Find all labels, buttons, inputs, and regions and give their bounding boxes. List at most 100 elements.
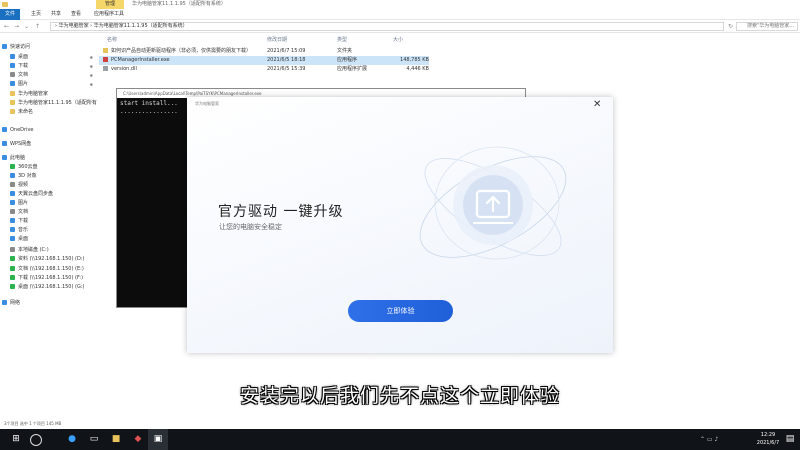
column-size[interactable]: 大小 xyxy=(393,36,403,43)
chevron-down-icon[interactable]: ⌄ xyxy=(22,22,31,31)
tab-home[interactable]: 主页 xyxy=(31,9,41,20)
sidebar-item[interactable]: 快速访问 xyxy=(2,43,93,52)
folder-icon xyxy=(2,2,8,7)
folder-icon xyxy=(10,191,15,196)
sidebar-item[interactable]: OneDrive xyxy=(2,126,93,135)
sidebar-item[interactable]: 华为电脑管家 xyxy=(10,90,93,99)
sidebar-item[interactable]: 下载 xyxy=(10,217,93,226)
installer-headline: 官方驱动 一键升级 xyxy=(218,204,344,220)
tab-manage[interactable]: 管理 xyxy=(96,0,125,9)
folder-icon xyxy=(10,91,15,96)
sidebar-item-label: 文档 xyxy=(18,72,29,78)
folder-icon xyxy=(10,182,15,187)
sidebar-item[interactable]: 图片 ✱ xyxy=(10,80,93,89)
notification-icon[interactable]: ▤ xyxy=(780,429,800,450)
file-row[interactable]: PCManagerInstaller.exe 2021/6/5 18:18 应用程序… xyxy=(99,56,429,65)
sidebar-item[interactable]: 图片 xyxy=(10,199,93,208)
console-output: start install... ................ xyxy=(120,100,178,115)
folder-icon xyxy=(10,284,15,289)
app-icon[interactable]: ◆ xyxy=(128,429,148,450)
file-icon xyxy=(103,66,108,71)
file-size: 148,785 KB xyxy=(393,56,429,65)
sidebar-item[interactable]: 桌面 xyxy=(10,235,93,244)
file-explorer-icon[interactable]: ■ xyxy=(106,429,126,450)
forward-arrow-icon[interactable]: → xyxy=(12,22,21,31)
sidebar-item-label: WPS网盘 xyxy=(10,141,32,147)
pin-icon[interactable]: ✱ xyxy=(90,53,93,62)
sidebar-item-label: 天翼云盘同步盘 xyxy=(18,191,54,197)
file-date: 2021/6/5 18:18 xyxy=(267,56,305,65)
sidebar-item-label: 快速访问 xyxy=(10,44,31,50)
sidebar-item[interactable]: 此电脑 xyxy=(2,154,93,163)
tray-icons[interactable]: ⌃ ▭ ♪ xyxy=(700,429,718,450)
sidebar-item[interactable]: 桌面 ✱ xyxy=(10,53,93,62)
tab-view[interactable]: 查看 xyxy=(71,9,81,20)
sidebar-item-label: 网络 xyxy=(10,300,21,306)
file-row[interactable]: version.dll 2021/6/5 15:39 应用程序扩展 4,446 KB xyxy=(99,65,429,74)
installer-taskbar-icon[interactable]: ▣ xyxy=(148,429,168,450)
sidebar-item[interactable]: 本地磁盘 (C:) xyxy=(10,246,93,255)
search-icon[interactable] xyxy=(30,434,42,446)
pin-icon[interactable]: ✱ xyxy=(90,71,93,80)
folder-icon xyxy=(10,227,15,232)
sidebar-item[interactable]: 3D 对象 xyxy=(10,172,93,181)
column-date[interactable]: 修改日期 xyxy=(267,36,287,43)
tab-app-tools[interactable]: 应用程序工具 xyxy=(94,9,124,20)
address-input[interactable]: › 华为电脑管家 › 华为电脑管家11.1.1.95（适配所有系统） xyxy=(50,22,724,31)
sidebar-item[interactable]: WPS网盘 xyxy=(2,140,93,149)
back-arrow-icon[interactable]: ← xyxy=(2,22,11,31)
tab-share[interactable]: 共享 xyxy=(51,9,61,20)
tab-file[interactable]: 文件 xyxy=(0,9,20,20)
sidebar-item[interactable]: 天翼云盘同步盘 xyxy=(10,190,93,199)
folder-icon xyxy=(10,256,15,261)
file-type-text: 文件夹 xyxy=(337,48,353,54)
column-name[interactable]: 名称 xyxy=(107,36,117,43)
sidebar-item[interactable]: 文档 (\\192.168.1.150) (E:) xyxy=(10,265,93,274)
sidebar-item[interactable]: 下载 ✱ xyxy=(10,62,93,71)
task-view-icon[interactable]: ▭ xyxy=(84,429,104,450)
sidebar-item-label: 资料 (\\192.168.1.150) (D:) xyxy=(18,256,85,262)
sidebar-item[interactable]: 桌面 (\\192.168.1.150) (G:) xyxy=(10,283,93,292)
sidebar-item-label: 音乐 xyxy=(18,227,29,233)
file-name: version.dll xyxy=(103,65,137,74)
folder-icon xyxy=(10,218,15,223)
sidebar-item[interactable]: 音乐 xyxy=(10,226,93,235)
file-row[interactable]: 如何识产品自动更新驱动程序（非必须，仅供需要的朋友下载） 2021/6/7 15:… xyxy=(99,47,429,56)
windows-start-icon[interactable]: ⊞ xyxy=(6,429,26,450)
close-icon[interactable]: ✕ xyxy=(593,99,601,111)
sidebar-item[interactable]: 下载 (\\192.168.1.150) (F:) xyxy=(10,274,93,283)
refresh-icon[interactable]: ↻ xyxy=(726,22,735,31)
folder-icon xyxy=(10,72,15,77)
folder-icon xyxy=(10,63,15,68)
sidebar-item[interactable]: 文档 ✱ xyxy=(10,71,93,80)
sidebar-item[interactable]: 360云盘 xyxy=(10,163,93,172)
sidebar-item[interactable]: 华为电脑管家11.1.1.95（适配所有 xyxy=(10,99,97,108)
installer-subtitle: 让您的电脑安全稳定 xyxy=(219,223,282,231)
sidebar-item-label: OneDrive xyxy=(10,127,34,133)
file-type: 文件夹 xyxy=(337,47,352,56)
sidebar-item[interactable]: 网络 xyxy=(2,299,93,308)
sidebar-item[interactable]: 文档 xyxy=(10,208,93,217)
search-input[interactable]: 搜索"华为电脑管家... xyxy=(736,22,798,31)
sidebar-item[interactable]: 视频 xyxy=(10,181,93,190)
file-date: 2021/6/5 15:39 xyxy=(267,65,305,74)
edge-browser-icon[interactable]: ● xyxy=(62,429,82,450)
up-arrow-icon[interactable]: ↑ xyxy=(33,22,42,31)
folder-icon xyxy=(10,54,15,59)
sidebar-item-label: 桌面 xyxy=(18,54,29,60)
folder-icon xyxy=(10,173,15,178)
sidebar-item[interactable]: 资料 (\\192.168.1.150) (D:) xyxy=(10,255,93,264)
folder-icon xyxy=(10,209,15,214)
sidebar-item-label: 此电脑 xyxy=(10,155,26,161)
column-type[interactable]: 类型 xyxy=(337,36,347,43)
pin-icon[interactable]: ✱ xyxy=(90,62,93,71)
sidebar-item-label: 图片 xyxy=(18,200,29,206)
experience-now-button[interactable]: 立即体验 xyxy=(348,300,453,322)
file-size-text: 4,446 KB xyxy=(406,66,429,72)
explorer-title-bar: 管理 华为电脑管家11.1.1.95（适配所有系统） xyxy=(0,0,800,9)
file-name: PCManagerInstaller.exe xyxy=(103,56,170,65)
folder-icon xyxy=(2,127,7,132)
file-icon xyxy=(103,57,108,62)
sidebar-item[interactable]: 未命名 xyxy=(10,108,93,117)
pin-icon[interactable]: ✱ xyxy=(90,80,93,89)
